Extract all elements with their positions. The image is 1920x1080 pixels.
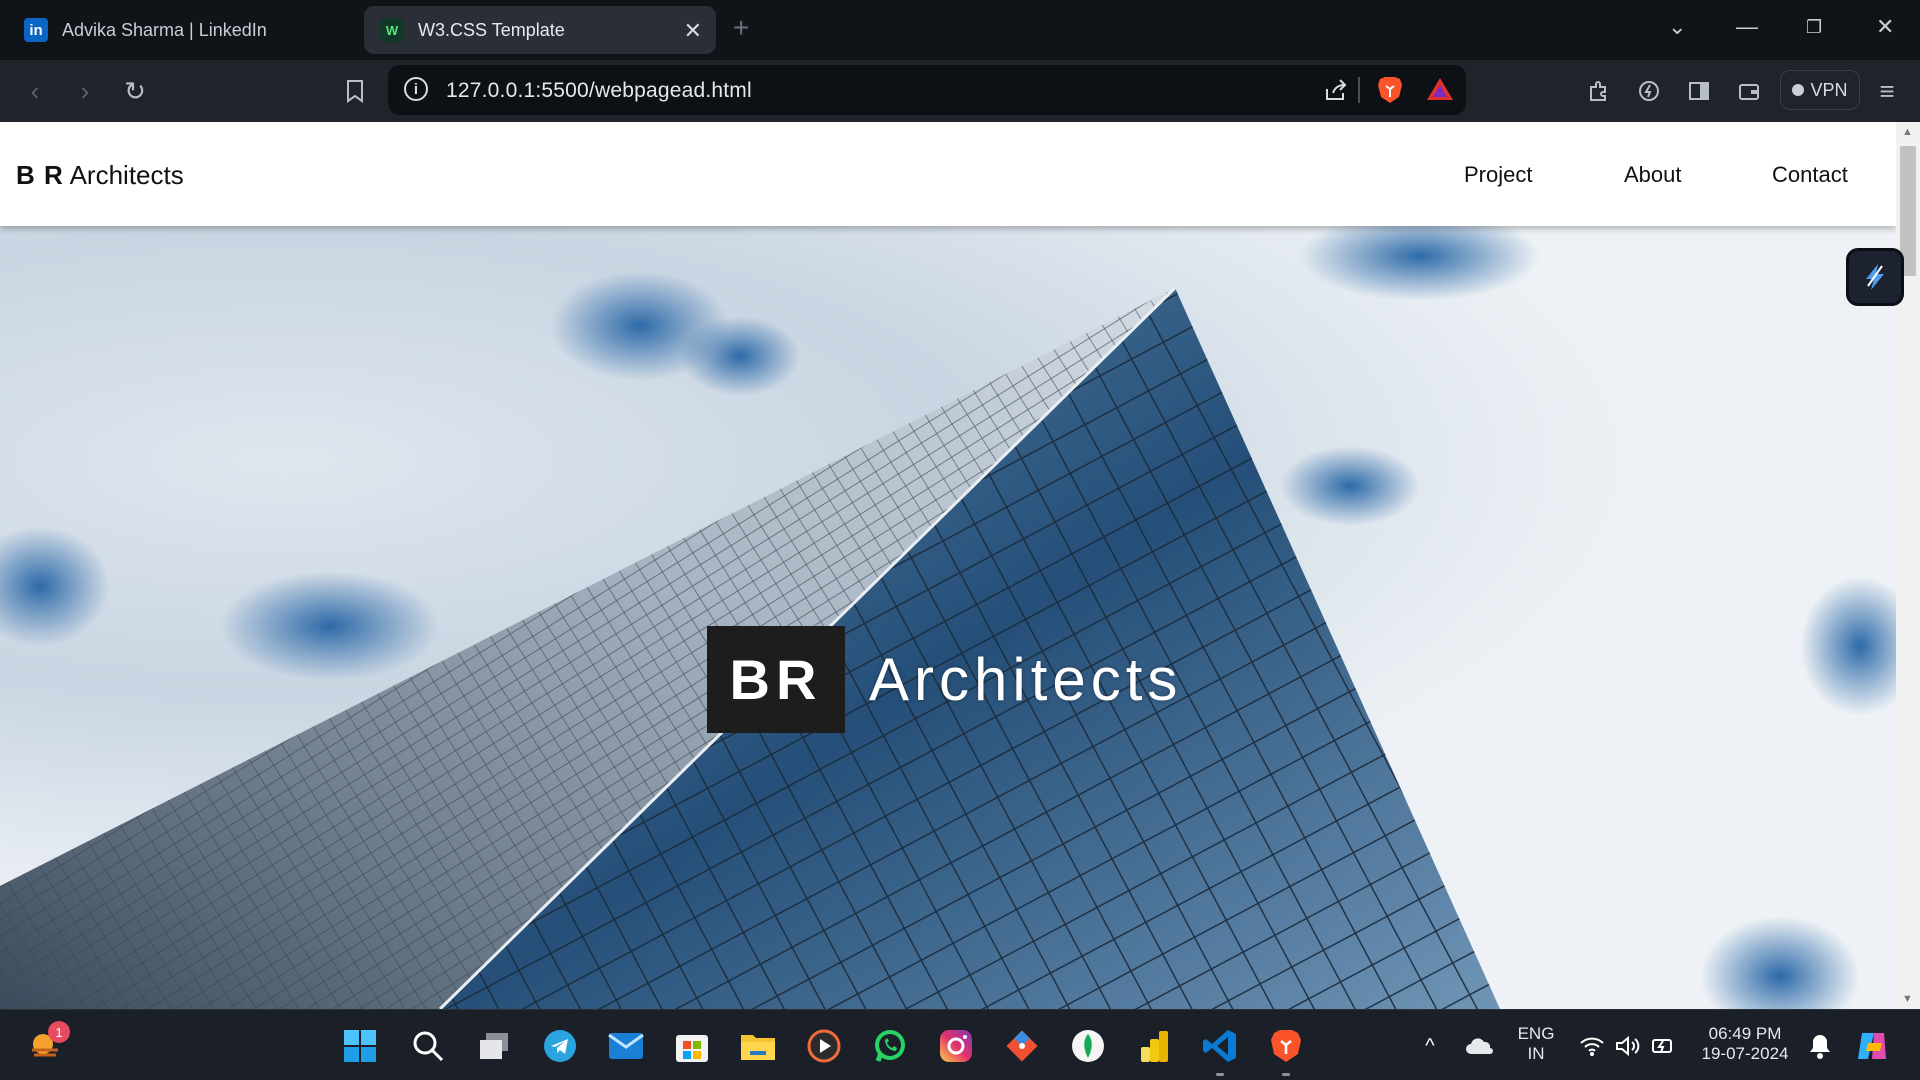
extensions-icon[interactable]: [1582, 74, 1616, 108]
running-indicator: [1282, 1073, 1290, 1076]
search-icon[interactable]: [408, 1026, 448, 1066]
vpn-button[interactable]: VPN: [1780, 70, 1860, 110]
hero-logo-box: BR: [707, 626, 845, 733]
language-indicator[interactable]: ENG IN: [1508, 1024, 1564, 1064]
address-bar[interactable]: i 127.0.0.1:5500/webpagead.html: [388, 65, 1466, 115]
vpn-status-icon: [1792, 84, 1805, 96]
building-illustration: [0, 226, 1896, 1009]
volume-icon[interactable]: [1608, 1026, 1648, 1066]
tab-search-chevron-icon[interactable]: ⌄: [1668, 14, 1686, 40]
hero-logo-text: Architects: [869, 646, 1183, 713]
file-explorer-icon[interactable]: [738, 1026, 778, 1066]
wallet-icon[interactable]: [1732, 74, 1766, 108]
minimize-icon[interactable]: —: [1736, 14, 1758, 40]
wifi-icon[interactable]: [1572, 1026, 1612, 1066]
site-info-icon[interactable]: i: [404, 77, 428, 101]
tab-title: Advika Sharma | LinkedIn: [62, 19, 267, 40]
whatsapp-icon[interactable]: [870, 1026, 910, 1066]
scroll-down-icon[interactable]: ▼: [1902, 993, 1913, 1005]
reload-icon[interactable]: ↻: [118, 74, 152, 108]
onedrive-icon[interactable]: [1460, 1026, 1500, 1066]
brand-name: Architects: [69, 160, 184, 190]
notification-badge: 1: [48, 1021, 70, 1043]
language-code: ENG: [1517, 1024, 1555, 1043]
clock[interactable]: 06:49 PM 19-07-2024: [1690, 1024, 1800, 1064]
close-tab-icon[interactable]: ✕: [684, 18, 702, 44]
vpn-label: VPN: [1810, 79, 1848, 100]
clock-time: 06:49 PM: [1708, 1024, 1782, 1043]
show-hidden-icons-chevron-icon[interactable]: ^: [1410, 1026, 1450, 1066]
copilot-icon[interactable]: [1852, 1026, 1892, 1066]
start-icon[interactable]: [340, 1026, 380, 1066]
nav-link-about[interactable]: About: [1624, 162, 1682, 188]
tab-linkedin[interactable]: in Advika Sharma | LinkedIn: [8, 6, 358, 54]
page-viewport: B R Architects Project About Contact BR …: [0, 122, 1896, 1009]
restore-icon[interactable]: ❐: [1806, 17, 1822, 38]
region-code: IN: [1527, 1044, 1545, 1063]
power-bi-icon[interactable]: [1134, 1026, 1174, 1066]
notification-bell-icon[interactable]: [1800, 1026, 1840, 1066]
back-icon[interactable]: ‹: [18, 74, 52, 108]
brave-rewards-icon[interactable]: [1426, 76, 1454, 107]
linkedin-icon: in: [24, 18, 48, 42]
brave-browser-icon[interactable]: [1266, 1026, 1306, 1066]
tab-title: W3.CSS Template: [418, 19, 565, 40]
sidebar-icon[interactable]: [1682, 74, 1716, 108]
leo-icon[interactable]: [1632, 74, 1666, 108]
menu-icon[interactable]: ≡: [1870, 74, 1904, 108]
media-player-icon[interactable]: [804, 1026, 844, 1066]
running-indicator: [1216, 1073, 1224, 1076]
hero-logo: BR Architects: [707, 626, 1182, 733]
share-icon[interactable]: [1323, 77, 1349, 108]
telegram-icon[interactable]: [540, 1026, 580, 1066]
mongodb-icon[interactable]: [1068, 1026, 1108, 1066]
brand-initials: B R: [16, 160, 64, 190]
task-view-icon[interactable]: [474, 1026, 514, 1066]
nav-link-contact[interactable]: Contact: [1772, 162, 1848, 188]
hero-image: BR Architects: [0, 226, 1896, 1009]
divider: [1358, 77, 1360, 103]
close-window-icon[interactable]: ✕: [1876, 14, 1894, 40]
w3css-icon: W: [380, 18, 404, 42]
brave-shields-icon[interactable]: [1376, 75, 1404, 110]
nav-link-project[interactable]: Project: [1464, 162, 1532, 188]
bookmark-icon[interactable]: [338, 74, 372, 108]
store-icon[interactable]: [672, 1026, 712, 1066]
windows-taskbar: 1 ^ ENG IN 06:49 PM 19-07-2024: [0, 1009, 1920, 1080]
mail-icon[interactable]: [606, 1026, 646, 1066]
forward-icon[interactable]: ›: [68, 74, 102, 108]
tab-strip: in Advika Sharma | LinkedIn W W3.CSS Tem…: [0, 0, 1920, 60]
vscode-icon[interactable]: [1200, 1026, 1240, 1066]
url-text[interactable]: 127.0.0.1:5500/webpagead.html: [446, 79, 752, 103]
scroll-up-icon[interactable]: ▲: [1902, 126, 1913, 138]
floating-extension-icon[interactable]: [1846, 248, 1904, 306]
site-navbar: B R Architects Project About Contact: [0, 122, 1896, 226]
git-icon[interactable]: [1002, 1026, 1042, 1066]
battery-charging-icon[interactable]: [1644, 1026, 1684, 1066]
instagram-icon[interactable]: [936, 1026, 976, 1066]
clock-date: 19-07-2024: [1701, 1044, 1789, 1063]
new-tab-button[interactable]: +: [733, 12, 749, 44]
tab-w3css[interactable]: W W3.CSS Template ✕: [364, 6, 716, 54]
site-brand[interactable]: B R Architects: [16, 160, 184, 191]
